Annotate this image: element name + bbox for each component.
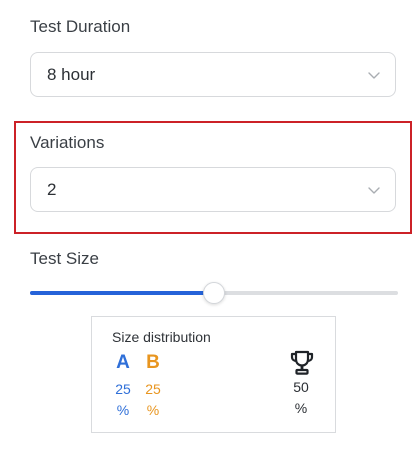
winner-column: 50 % [288,350,314,418]
slider-thumb[interactable] [203,282,225,304]
test-duration-select[interactable]: 8 hour [30,52,396,97]
test-duration-value: 8 hour [47,64,96,84]
test-size-label: Test Size [30,249,99,268]
winner-value: 50 [293,379,309,395]
variations-select[interactable]: 2 [30,167,396,212]
variant-a-unit: % [116,402,130,418]
variant-a-value: 25 [115,381,131,397]
variant-b-value: 25 [145,381,161,397]
variant-a-column: A 25 % [110,351,136,420]
test-duration-label: Test Duration [30,17,131,36]
slider-fill [30,291,214,295]
variant-a-letter: A [116,352,130,373]
size-distribution-card: Size distribution A 25 % B 25 % 50 % [91,316,336,433]
size-distribution-title: Size distribution [112,329,211,345]
test-size-slider[interactable] [30,282,398,304]
variant-b-letter: B [146,352,160,373]
variant-b-unit: % [146,402,160,418]
variations-value: 2 [47,179,57,199]
chevron-down-icon [368,187,380,194]
variations-label: Variations [30,133,105,152]
chevron-down-icon [368,72,380,79]
trophy-icon [290,350,314,375]
variant-b-column: B 25 % [140,351,166,420]
winner-unit: % [294,400,308,416]
